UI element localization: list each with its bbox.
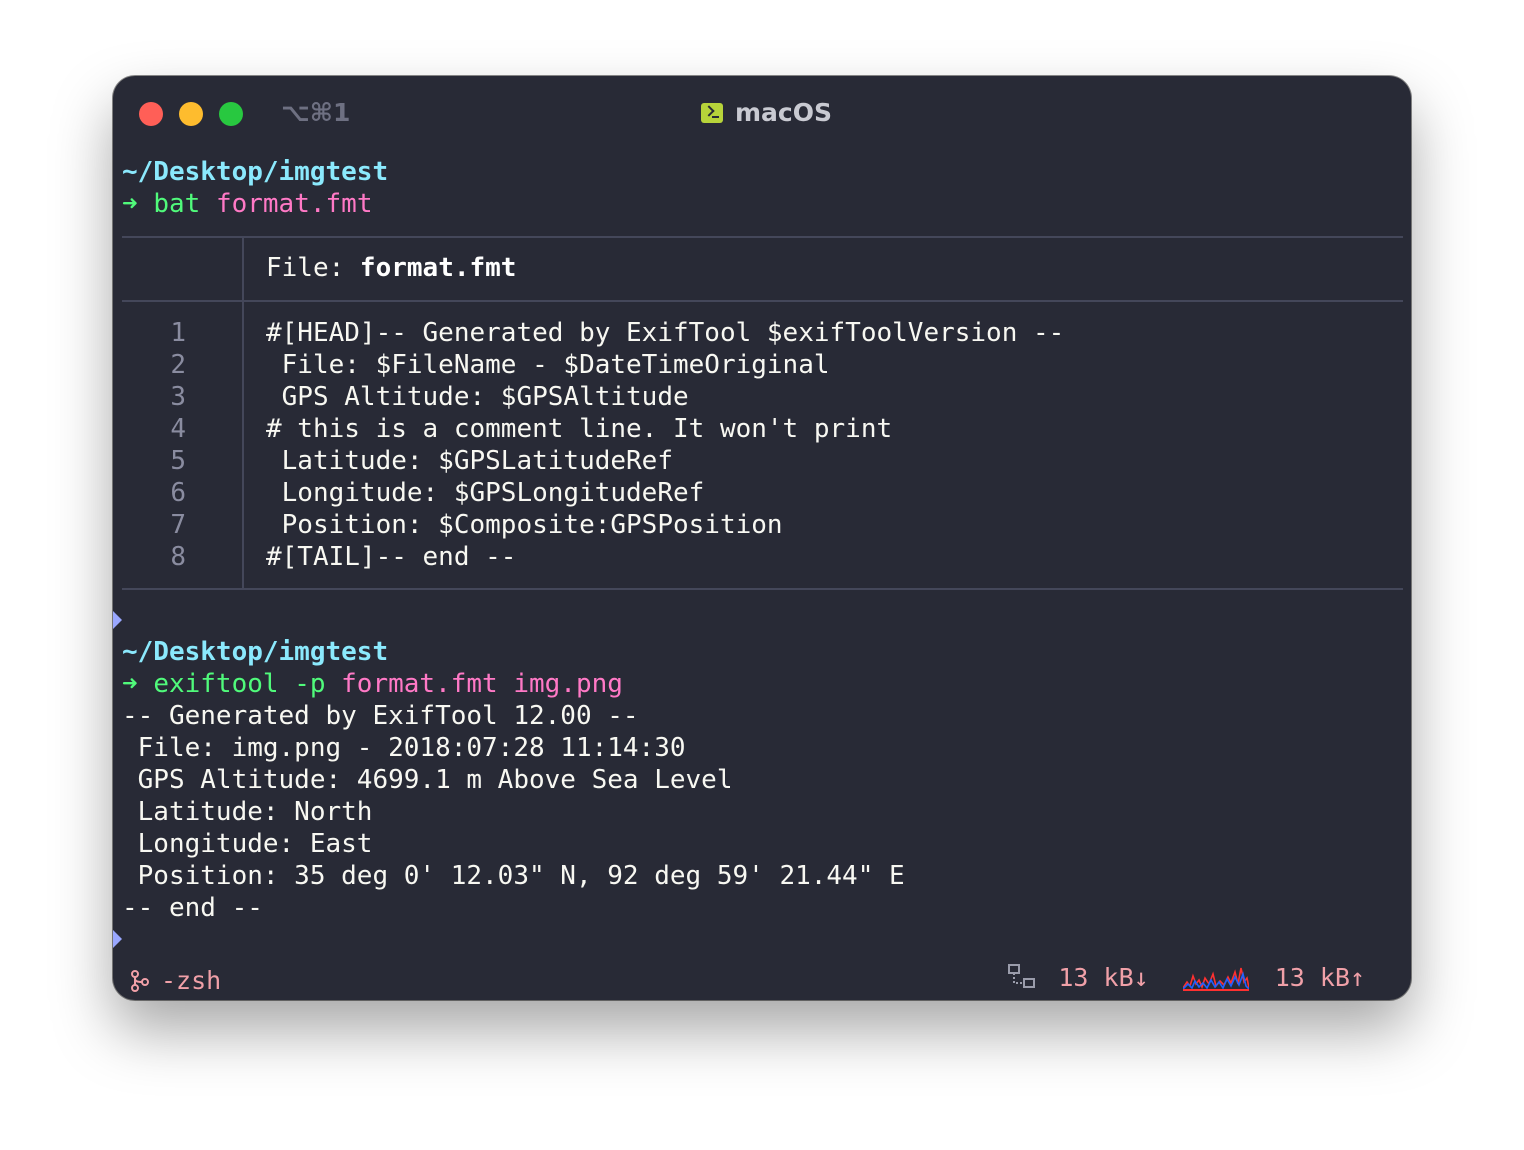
code-line: # this is a comment line. It won't print (266, 414, 893, 444)
network-status: 13 kB↓ 13 kB↑ (1008, 962, 1365, 992)
line-number: 3 (170, 382, 186, 412)
window-title-text: macOS (735, 98, 832, 127)
prompt-arrow-icon: ➜ (122, 189, 138, 219)
terminal-icon (701, 102, 723, 123)
output-line: -- Generated by ExifTool 12.00 -- (122, 701, 639, 731)
network-icon (1008, 964, 1036, 988)
line-number: 6 (170, 478, 186, 508)
bat-line-gutter (242, 302, 244, 588)
output-line: GPS Altitude: 4699.1 m Above Sea Level (122, 765, 733, 795)
line-number: 8 (170, 542, 186, 572)
terminal-window: ⌥⌘1 macOS ~/Desktop/imgtest ➜ bat format… (113, 76, 1411, 1000)
bat-file-label: File: (266, 253, 360, 283)
bat-header-divider (122, 300, 1403, 302)
output-line: Position: 35 deg 0' 12.03" N, 92 deg 59'… (122, 861, 905, 891)
prompt-mark-icon (113, 930, 122, 948)
code-line: GPS Altitude: $GPSAltitude (266, 382, 689, 412)
zoom-button[interactable] (219, 102, 243, 126)
command-line: ➜ bat format.fmt (122, 188, 372, 220)
prompt-cwd: ~/Desktop/imgtest (122, 157, 389, 187)
status-shell[interactable]: -zsh (131, 966, 221, 995)
prompt-cwd: ~/Desktop/imgtest (122, 637, 389, 667)
code-line: Latitude: $GPSLatitudeRef (266, 446, 673, 476)
tab-shortcut: ⌥⌘1 (281, 98, 351, 127)
download-rate: 13 kB↓ (1058, 962, 1149, 992)
line-number: 1 (170, 318, 186, 348)
line-number: 4 (170, 414, 186, 444)
prompt-arrow-icon: ➜ (122, 669, 138, 699)
command-arg: format.fmt (215, 189, 373, 219)
prompt-mark-icon (113, 611, 122, 629)
bat-header-gutter (242, 236, 244, 300)
code-line: Position: $Composite:GPSPosition (266, 510, 783, 540)
network-sparkline (1182, 967, 1249, 991)
output-line: File: img.png - 2018:07:28 11:14:30 (122, 733, 686, 763)
line-number: 7 (170, 510, 186, 540)
upload-rate: 13 kB↑ (1274, 962, 1365, 992)
command-name: bat (153, 189, 201, 219)
window-title: macOS (701, 98, 832, 127)
line-number: 5 (170, 446, 186, 476)
shell-name: -zsh (161, 966, 222, 995)
output-line: Longitude: East (122, 829, 373, 859)
code-line: #[HEAD]-- Generated by ExifTool $exifToo… (266, 318, 1065, 348)
close-button[interactable] (139, 102, 163, 126)
bat-bottom-divider (122, 588, 1403, 590)
bat-top-divider (122, 236, 1403, 238)
bat-file-name: format.fmt (359, 253, 517, 283)
command-args: format.fmt img.png (341, 669, 623, 699)
git-branch-icon (131, 969, 149, 992)
code-line: File: $FileName - $DateTimeOriginal (266, 350, 830, 380)
bat-file-header: File: format.fmt (266, 252, 516, 284)
minimize-button[interactable] (179, 102, 203, 126)
output-line: -- end -- (122, 893, 263, 923)
line-number: 2 (170, 350, 186, 380)
output-line: Latitude: North (122, 797, 373, 827)
code-line: Longitude: $GPSLongitudeRef (266, 478, 705, 508)
command-name: exiftool -p (153, 669, 326, 699)
command-line: ➜ exiftool -p format.fmt img.png (122, 668, 623, 700)
code-line: #[TAIL]-- end -- (266, 542, 517, 572)
